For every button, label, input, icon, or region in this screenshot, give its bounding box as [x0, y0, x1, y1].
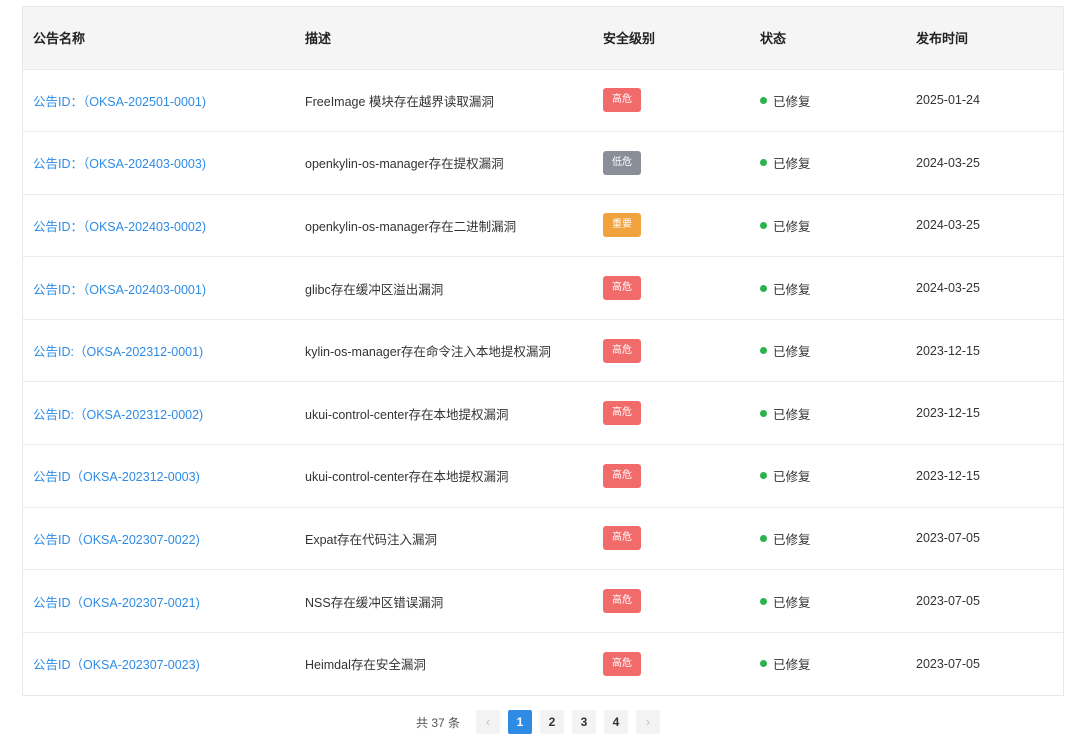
advisory-description: openkylin-os-manager存在提权漏洞: [305, 157, 504, 172]
advisory-description: openkylin-os-manager存在二进制漏洞: [305, 219, 517, 234]
advisory-description: kylin-os-manager存在命令注入本地提权漏洞: [305, 345, 551, 360]
advisory-description: ukui-control-center存在本地提权漏洞: [305, 470, 509, 485]
security-level-badge: 高危: [603, 338, 641, 363]
status-text: 已修复: [773, 219, 811, 234]
table-row: 公告ID（OKSA-202312-0003) ukui-control-cente…: [23, 444, 1063, 508]
table-row: 公告ID：（OKSA-202403-0002) openkylin-os-mana…: [23, 194, 1063, 257]
status-cell: 已修复: [760, 153, 811, 172]
publish-date: 2023-07-05: [916, 656, 980, 671]
header-row: 公告名称 描述 安全级别 状态 发布时间: [23, 7, 1063, 69]
publish-date: 2023-12-15: [916, 406, 980, 421]
page-button-1[interactable]: 1: [508, 710, 533, 734]
page-number-list: 1234: [504, 710, 632, 734]
column-header-publish-date: 发布时间: [916, 31, 969, 47]
status-cell: 已修复: [760, 404, 811, 423]
security-level-badge: 高危: [603, 526, 641, 551]
status-dot-icon: [760, 534, 767, 542]
advisory-id-link[interactable]: 公告ID（OKSA-202307-0021): [33, 596, 200, 610]
column-header-name: 公告名称: [33, 31, 86, 47]
security-level-badge: 高危: [603, 463, 641, 488]
pagination: 共 37 条 ‹ 1234 ›: [0, 709, 1080, 735]
status-text: 已修复: [773, 470, 811, 485]
security-level-badge: 高危: [603, 651, 641, 676]
status-text: 已修复: [773, 157, 811, 172]
advisory-id-link[interactable]: 公告ID:（OKSA-202312-0001): [33, 345, 203, 359]
publish-date: 2023-12-15: [916, 468, 980, 483]
publish-date: 2023-12-15: [916, 343, 980, 358]
table-body: 公告ID：（OKSA-202501-0001) FreeImage 模块存在越界读…: [23, 69, 1063, 695]
table-row: 公告ID：（OKSA-202403-0001) glibc存在缓冲区溢出漏洞 高危 已…: [23, 256, 1063, 320]
publish-date: 2025-01-24: [916, 93, 980, 108]
security-level-badge: 高危: [603, 589, 641, 614]
advisory-id-link[interactable]: 公告ID：（OKSA-202403-0003): [33, 157, 206, 171]
status-cell: 已修复: [760, 529, 811, 548]
column-header-description: 描述: [305, 31, 332, 47]
page-button-2[interactable]: 2: [540, 710, 565, 734]
advisory-description: Heimdal存在安全漏洞: [305, 658, 426, 673]
status-dot-icon: [760, 597, 767, 605]
advisory-description: NSS存在缓冲区错误漏洞: [305, 595, 444, 610]
security-level-badge: 高危: [603, 401, 641, 426]
column-header-status: 状态: [760, 31, 787, 47]
status-dot-icon: [760, 347, 767, 355]
status-cell: 已修复: [760, 592, 811, 611]
advisory-id-link[interactable]: 公告ID：（OKSA-202403-0002): [33, 220, 206, 234]
advisory-id-link[interactable]: 公告ID（OKSA-202312-0003): [33, 470, 200, 484]
status-text: 已修复: [773, 345, 811, 360]
publish-date: 2024-03-25: [916, 155, 980, 170]
chevron-left-icon[interactable]: ‹: [476, 710, 501, 734]
status-cell: 已修复: [760, 216, 811, 235]
status-text: 已修复: [773, 407, 811, 422]
table-row: 公告ID：（OKSA-202403-0003) openkylin-os-mana…: [23, 131, 1063, 195]
advisory-id-link[interactable]: 公告ID：（OKSA-202403-0001): [33, 283, 206, 297]
status-dot-icon: [760, 409, 767, 417]
publish-date: 2023-07-05: [916, 531, 980, 546]
status-dot-icon: [760, 284, 767, 292]
status-text: 已修复: [773, 595, 811, 610]
status-cell: 已修复: [760, 341, 811, 360]
chevron-right-icon[interactable]: ›: [636, 710, 661, 734]
table-row: 公告ID：（OKSA-202501-0001) FreeImage 模块存在越界读…: [23, 69, 1063, 132]
security-level-badge: 重要: [603, 213, 641, 238]
table-row: 公告ID（OKSA-202307-0021) NSS存在缓冲区错误漏洞 高危 已修复 2…: [23, 569, 1063, 633]
status-text: 已修复: [773, 532, 811, 547]
column-header-security-level: 安全级别: [603, 31, 656, 47]
advisory-id-link[interactable]: 公告ID:（OKSA-202312-0002): [33, 408, 203, 422]
status-cell: 已修复: [760, 654, 811, 673]
advisory-id-link[interactable]: 公告ID（OKSA-202307-0022): [33, 533, 200, 547]
advisory-description: Expat存在代码注入漏洞: [305, 532, 437, 547]
table-row: 公告ID（OKSA-202307-0022) Expat存在代码注入漏洞 高危 已修复…: [23, 507, 1063, 570]
status-cell: 已修复: [760, 279, 811, 298]
page-button-3[interactable]: 3: [572, 710, 597, 734]
advisory-description: ukui-control-center存在本地提权漏洞: [305, 407, 509, 422]
status-dot-icon: [760, 96, 767, 104]
security-level-badge: 高危: [603, 276, 641, 301]
status-text: 已修复: [773, 282, 811, 297]
table-row: 公告ID:（OKSA-202312-0001) kylin-os-manager存…: [23, 319, 1063, 382]
status-dot-icon: [760, 159, 767, 167]
security-level-badge: 高危: [603, 88, 641, 113]
status-cell: 已修复: [760, 91, 811, 110]
publish-date: 2024-03-25: [916, 218, 980, 233]
publish-date: 2024-03-25: [916, 281, 980, 296]
status-cell: 已修复: [760, 466, 811, 485]
status-dot-icon: [760, 472, 767, 480]
publish-date: 2023-07-05: [916, 594, 980, 609]
status-text: 已修复: [773, 94, 811, 109]
status-text: 已修复: [773, 658, 811, 673]
advisory-id-link[interactable]: 公告ID：（OKSA-202501-0001): [33, 95, 206, 109]
advisory-description: glibc存在缓冲区溢出漏洞: [305, 282, 444, 297]
table-row: 公告ID:（OKSA-202312-0002) ukui-control-cent…: [23, 381, 1063, 445]
table-header: 公告名称 描述 安全级别 状态 发布时间: [23, 7, 1063, 69]
status-dot-icon: [760, 221, 767, 229]
advisory-description: FreeImage 模块存在越界读取漏洞: [305, 94, 494, 109]
status-dot-icon: [760, 660, 767, 668]
advisory-id-link[interactable]: 公告ID（OKSA-202307-0023): [33, 658, 200, 672]
table-row: 公告ID（OKSA-202307-0023) Heimdal存在安全漏洞 高危 已修复…: [23, 632, 1063, 695]
security-advisory-table: 公告名称 描述 安全级别 状态 发布时间 公告ID：（OKSA-202501-0…: [22, 6, 1064, 696]
pagination-total: 共 37 条: [415, 715, 461, 730]
page-button-4[interactable]: 4: [604, 710, 629, 734]
security-level-badge: 低危: [603, 150, 641, 175]
advisory-table: 公告名称 描述 安全级别 状态 发布时间 公告ID：（OKSA-202501-0…: [23, 7, 1063, 695]
